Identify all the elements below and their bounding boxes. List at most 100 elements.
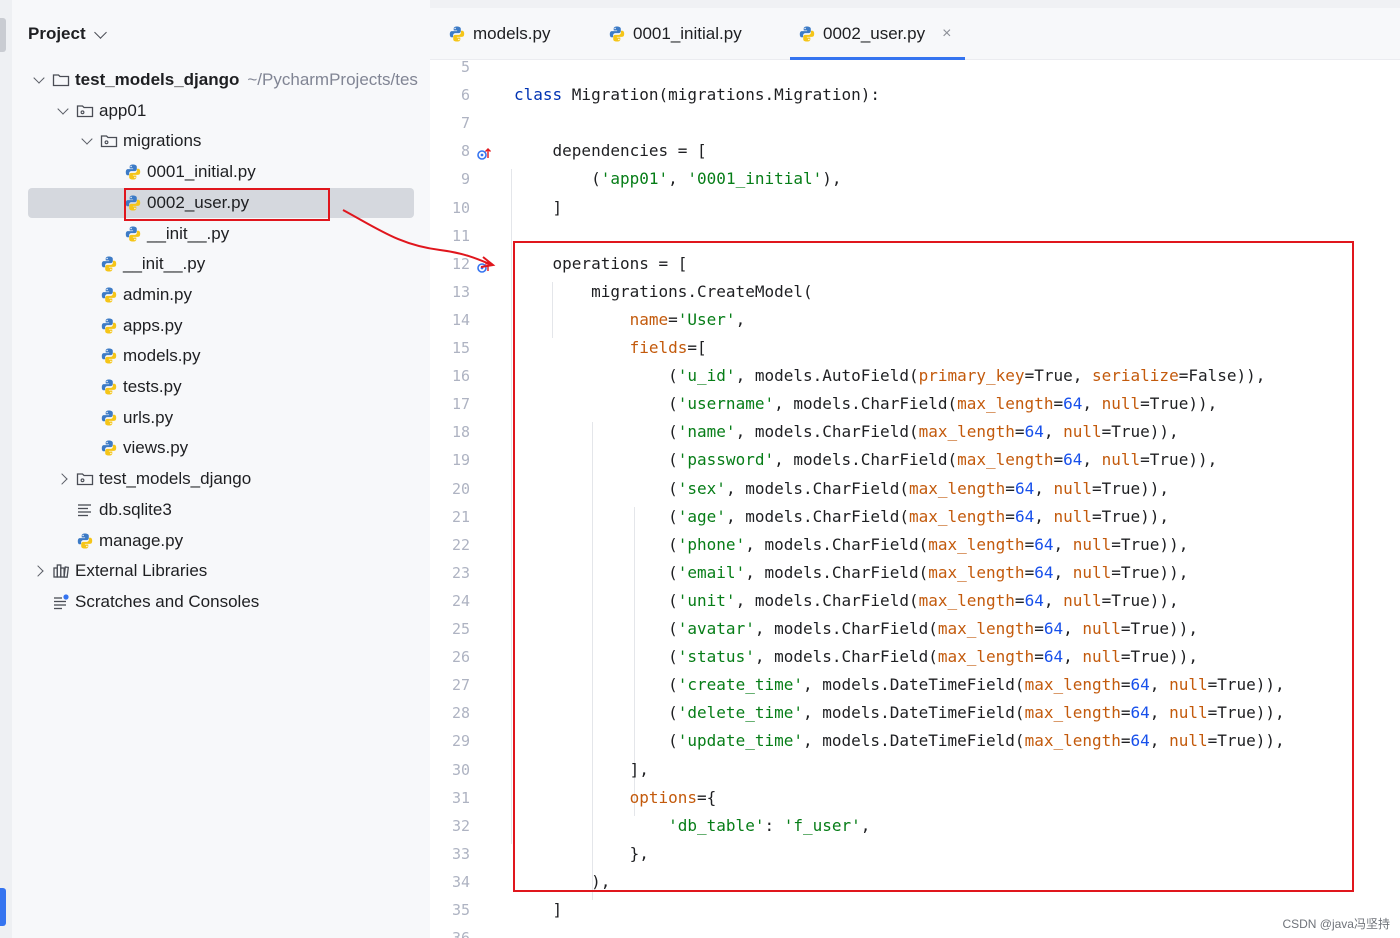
- code-token: dependencies = [: [514, 141, 707, 161]
- tree-item-label: test_models_django: [99, 469, 252, 489]
- chevron-down-icon[interactable]: [80, 134, 94, 148]
- scratches-icon: [52, 593, 70, 611]
- python-file-icon: [100, 317, 118, 335]
- python-file-icon: [100, 255, 118, 273]
- chevron-down-icon[interactable]: [93, 25, 107, 39]
- tree-item[interactable]: admin.py: [12, 280, 428, 310]
- tree-item[interactable]: app01: [12, 96, 428, 126]
- tree-item-path: ~/PycharmProjects/tes: [247, 70, 418, 89]
- line-number: 32: [451, 816, 470, 835]
- editor-tab-label: 0001_initial.py: [633, 23, 742, 43]
- python-file-icon: [798, 25, 816, 43]
- line-number: 28: [451, 704, 470, 723]
- tree-item[interactable]: models.py: [12, 341, 428, 371]
- close-icon[interactable]: ×: [942, 25, 951, 43]
- package-folder-icon: [76, 102, 94, 120]
- code-token: '0001_initial': [687, 169, 823, 189]
- tree-item-label: app01: [99, 100, 147, 120]
- watermark: CSDN @java冯坚持: [1282, 917, 1390, 931]
- chevron-right-icon[interactable]: [56, 472, 70, 486]
- code-text: ]: [514, 194, 563, 222]
- project-panel-title: Project: [28, 24, 86, 43]
- tree-item-label: views.py: [123, 438, 189, 458]
- tree-item-label: test_models_django: [75, 70, 240, 89]
- tree-item-label: External Libraries: [75, 561, 208, 581]
- tree-item[interactable]: test_models_django: [12, 464, 428, 494]
- chevron-down-icon[interactable]: [32, 73, 46, 87]
- code-token: (: [514, 169, 601, 189]
- line-number: 18: [451, 423, 470, 442]
- tree-item[interactable]: urls.py: [12, 403, 428, 433]
- tree-item[interactable]: External Libraries: [12, 556, 428, 586]
- code-line[interactable]: 36: [430, 924, 1400, 938]
- python-file-icon: [100, 439, 118, 457]
- chevron-down-icon[interactable]: [56, 104, 70, 118]
- tree-item-label: urls.py: [123, 407, 174, 427]
- tree-item[interactable]: apps.py: [12, 311, 428, 341]
- editor-tab[interactable]: models.py: [448, 8, 550, 59]
- tree-item-label: Scratches and Consoles: [75, 591, 260, 611]
- code-line[interactable]: 35 ]: [430, 896, 1400, 924]
- python-file-icon: [76, 532, 94, 550]
- annotation-arrow: [342, 209, 496, 268]
- code-text: ('app01', '0001_initial'),: [514, 165, 841, 193]
- code-line[interactable]: 6 class Migration(migrations.Migration):: [430, 81, 1400, 109]
- tree-item[interactable]: 0001_initial.py: [12, 157, 428, 187]
- python-file-icon: [124, 163, 142, 181]
- tree-item[interactable]: Scratches and Consoles: [12, 587, 428, 617]
- editor-tab-label: 0002_user.py: [823, 23, 926, 43]
- editor-tab[interactable]: 0001_initial.py: [608, 8, 742, 59]
- line-number: 9: [460, 170, 470, 189]
- code-line[interactable]: 10 ]: [430, 194, 1400, 222]
- python-file-icon: [124, 225, 142, 243]
- line-number: 34: [451, 872, 470, 891]
- line-number: 31: [451, 788, 470, 807]
- tree-item[interactable]: test_models_django ~/PycharmProjects/tes: [12, 65, 428, 95]
- project-tool-button[interactable]: [0, 18, 6, 52]
- line-number: 21: [451, 507, 470, 526]
- line-number: 5: [460, 59, 470, 76]
- active-tool-indicator[interactable]: [0, 888, 6, 926]
- tree-item-label: admin.py: [123, 284, 192, 304]
- line-number: 25: [451, 620, 470, 638]
- tree-item[interactable]: migrations: [12, 126, 428, 156]
- text-file-icon: [76, 501, 94, 519]
- code-line[interactable]: 8 dependencies = [: [430, 137, 1400, 165]
- code-token: 'app01': [600, 169, 669, 189]
- tree-item-label: tests.py: [123, 377, 182, 396]
- line-number: 22: [451, 535, 470, 554]
- editor-top-strip: [430, 0, 1400, 8]
- python-file-icon: [100, 409, 118, 427]
- line-number: 15: [451, 339, 470, 357]
- code-text: dependencies = [: [514, 137, 707, 165]
- tree-item-label: manage.py: [99, 530, 184, 550]
- code-line[interactable]: 5: [430, 59, 1400, 81]
- library-icon: [52, 562, 70, 580]
- tree-item[interactable]: manage.py: [12, 526, 428, 556]
- line-number: 30: [451, 760, 470, 779]
- tree-item[interactable]: views.py: [12, 433, 428, 463]
- line-number: 23: [451, 563, 470, 582]
- code-line[interactable]: 9 ('app01', '0001_initial'),: [430, 165, 1400, 193]
- chevron-right-icon[interactable]: [32, 564, 46, 578]
- tree-item-label: 0001_initial.py: [147, 162, 256, 182]
- annotation-box-operations: [513, 241, 1354, 892]
- editor-tab[interactable]: 0002_user.py ×: [789, 8, 966, 60]
- tree-item-label: models.py: [123, 346, 201, 366]
- annotation-box-file: [124, 188, 330, 221]
- override-marker-icon[interactable]: [476, 143, 492, 161]
- line-number: 17: [451, 395, 470, 414]
- line-number: 20: [451, 479, 470, 498]
- line-number: 35: [451, 901, 470, 919]
- tree-item[interactable]: db.sqlite3: [12, 495, 428, 525]
- tree-item[interactable]: tests.py: [12, 372, 428, 402]
- code-text: class Migration(migrations.Migration):: [514, 81, 880, 109]
- project-panel-header[interactable]: Project: [28, 22, 107, 46]
- code-token: ,: [668, 169, 688, 189]
- line-number: 27: [451, 676, 470, 695]
- line-number: 19: [451, 451, 470, 470]
- python-file-icon: [100, 347, 118, 365]
- code-line[interactable]: 7: [430, 109, 1400, 137]
- python-file-icon: [100, 378, 118, 396]
- line-number: 24: [451, 591, 470, 610]
